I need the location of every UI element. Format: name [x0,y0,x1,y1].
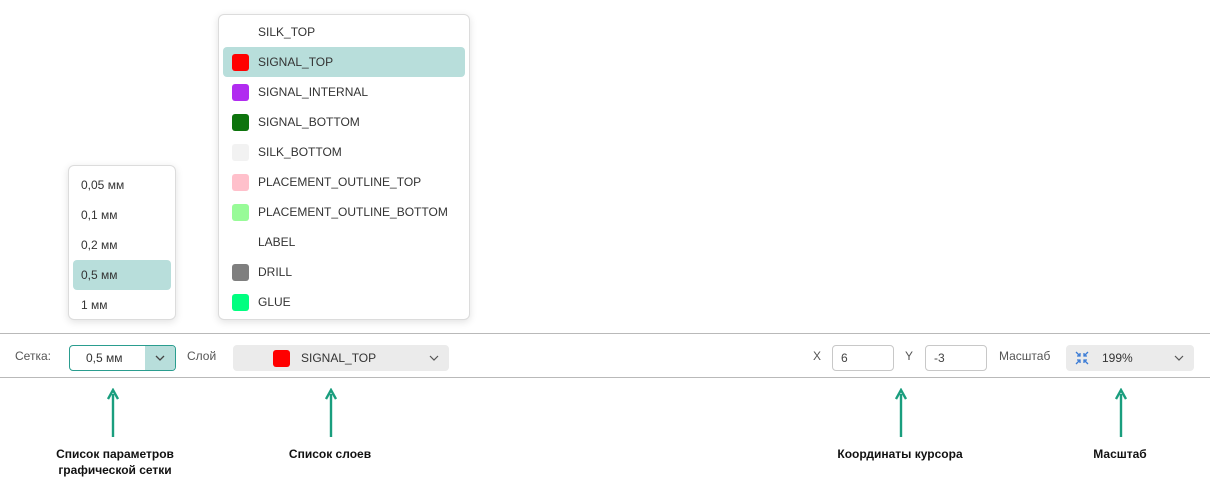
layer-option-label: SIGNAL_BOTTOM [258,115,360,129]
layer-option-label: SILK_BOTTOM [258,145,342,159]
caption-grid-line1: Список параметров [56,447,174,461]
layer-option-label: GLUE [258,295,291,309]
layer-option-label: DRILL [258,265,293,279]
layer-option[interactable]: PLACEMENT_OUTLINE_TOP [223,167,465,197]
chevron-down-icon[interactable] [145,346,175,370]
grid-step-option[interactable]: 0,05 мм [73,170,171,200]
arrow-up-icon [107,388,119,437]
caption-zoom: Масштаб [1093,447,1147,461]
grid-step-option[interactable]: 0,2 мм [73,230,171,260]
layer-option-label: PLACEMENT_OUTLINE_TOP [258,175,422,189]
caption-grid: Список параметров графической сетки [35,446,195,478]
layer-color-swatch [232,53,249,71]
layer-option[interactable]: DRILL [223,257,465,287]
layer-color-swatch [232,24,249,41]
x-coordinate-input[interactable]: 6 [832,345,894,371]
layer-option[interactable]: LABEL [223,227,465,257]
arrow-up-icon [1115,388,1127,437]
chevron-down-icon [419,355,449,361]
layer-option[interactable]: SIGNAL_TOP [223,47,465,77]
layer-color-swatch [273,349,290,367]
grid-step-dropdown: 0,05 мм 0,1 мм 0,2 мм 0,5 мм 1 мм [68,165,176,320]
layer-option-label: SILK_TOP [258,25,316,39]
y-label: Y [905,348,914,363]
layer-option[interactable]: PLACEMENT_OUTLINE_BOTTOM [223,197,465,227]
layer-color-swatch [232,203,249,221]
layer-select-value: SIGNAL_TOP [301,351,377,365]
layer-option[interactable]: SILK_TOP [223,17,465,47]
layer-color-swatch [232,143,249,161]
layer-option-label: SIGNAL_INTERNAL [258,85,369,99]
layer-color-swatch [232,173,249,191]
layer-option-label: SIGNAL_TOP [258,55,334,69]
arrow-up-icon [325,388,337,437]
layer-option[interactable]: SILK_BOTTOM [223,137,465,167]
grid-label: Сетка: [15,348,51,363]
x-label: X [813,348,822,363]
grid-step-select[interactable]: 0,5 мм [69,345,176,371]
layer-color-swatch [232,113,249,131]
zoom-value: 199% [1102,351,1133,365]
caption-cursor-coordinates: Координаты курсора [837,447,963,461]
caption-layers: Список слоев [288,447,372,461]
fit-to-screen-icon[interactable] [1074,351,1090,365]
grid-step-value: 0,5 мм [86,351,123,365]
grid-step-option[interactable]: 1 мм [73,290,171,320]
layer-option-label: LABEL [258,235,296,249]
layer-color-swatch [232,83,249,101]
layer-option[interactable]: SIGNAL_BOTTOM [223,107,465,137]
layer-option-label: PLACEMENT_OUTLINE_BOTTOM [258,205,448,219]
status-toolbar: Сетка: 0,5 мм Слой SIGNAL_TOP X 6 Y -3 М… [0,333,1210,378]
caption-grid-line2: графической сетки [58,463,172,477]
y-coordinate-input[interactable]: -3 [925,345,987,371]
zoom-select[interactable]: 199% [1066,345,1194,371]
layer-color-swatch [232,263,249,281]
layer-dropdown: SILK_TOP SIGNAL_TOP SIGNAL_INTERNAL SIGNAL_… [218,14,470,320]
layer-option[interactable]: SIGNAL_INTERNAL [223,77,465,107]
layer-select[interactable]: SIGNAL_TOP [233,345,449,371]
layer-option[interactable]: GLUE [223,287,465,317]
chevron-down-icon [1164,355,1194,361]
layer-color-swatch [232,293,249,311]
zoom-label: Масштаб [999,348,1051,363]
arrow-up-icon [895,388,907,437]
layer-label: Слой [187,348,217,363]
grid-step-option[interactable]: 0,5 мм [73,260,171,290]
layer-color-swatch [232,234,249,251]
grid-step-option[interactable]: 0,1 мм [73,200,171,230]
